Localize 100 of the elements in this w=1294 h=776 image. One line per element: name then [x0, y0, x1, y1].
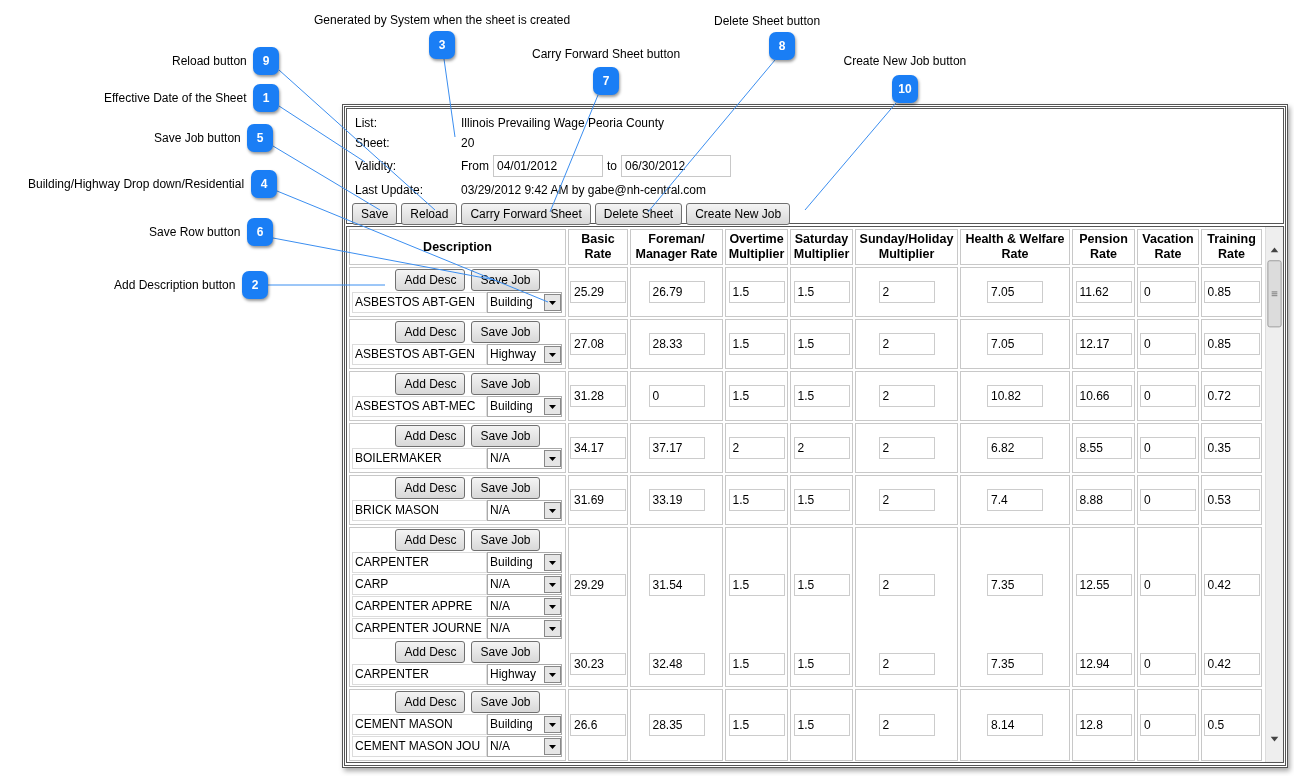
- rate-field[interactable]: 34.17: [570, 437, 626, 459]
- rate-field[interactable]: 8.88: [1075, 489, 1132, 511]
- rate-field[interactable]: 7.35: [987, 574, 1043, 596]
- rate-field[interactable]: 29.29: [570, 574, 626, 596]
- rate-field[interactable]: 31.69: [570, 489, 626, 511]
- rate-field[interactable]: 28.33: [648, 333, 705, 355]
- rate-field[interactable]: 0: [1140, 574, 1196, 596]
- toolbar-button[interactable]: Carry Forward Sheet: [461, 203, 591, 225]
- scrollbar-drawing[interactable]: [1265, 227, 1283, 762]
- description-field[interactable]: CEMENT MASON JOU: [352, 735, 487, 757]
- rate-field[interactable]: 1.5: [793, 653, 850, 675]
- rate-field[interactable]: 10.82: [987, 385, 1043, 407]
- rate-field[interactable]: 33.19: [648, 489, 705, 511]
- row-button[interactable]: Save Job: [471, 529, 540, 551]
- row-button[interactable]: Add Desc: [395, 373, 466, 395]
- type-dropdown[interactable]: Highway: [487, 663, 562, 685]
- date-field[interactable]: 04/01/2012: [493, 155, 603, 177]
- row-button[interactable]: Add Desc: [395, 321, 466, 343]
- rate-field[interactable]: 0.42: [1203, 574, 1260, 596]
- rate-field[interactable]: 0: [1140, 653, 1196, 675]
- description-field[interactable]: CARPENTER: [352, 663, 487, 685]
- rate-field[interactable]: 12.55: [1075, 574, 1132, 596]
- rate-field[interactable]: 7.35: [987, 653, 1043, 675]
- description-field[interactable]: CARP: [352, 573, 487, 595]
- date-field[interactable]: 06/30/2012: [621, 155, 731, 177]
- rate-field[interactable]: 1.5: [728, 333, 785, 355]
- description-field[interactable]: CARPENTER: [352, 551, 487, 573]
- description-field[interactable]: ASBESTOS ABT-GEN: [352, 291, 487, 313]
- rate-field[interactable]: 7.05: [987, 333, 1043, 355]
- type-dropdown[interactable]: N/A: [487, 595, 562, 617]
- toolbar-button[interactable]: Save: [352, 203, 398, 225]
- type-dropdown[interactable]: Building: [487, 551, 562, 573]
- rate-field[interactable]: 0: [1140, 489, 1196, 511]
- row-button[interactable]: Add Desc: [395, 691, 466, 713]
- rate-field[interactable]: 0.85: [1203, 281, 1260, 303]
- toolbar-button[interactable]: Reload: [401, 203, 458, 225]
- row-button[interactable]: Save Job: [471, 691, 540, 713]
- rate-field[interactable]: 1.5: [793, 489, 850, 511]
- rate-field[interactable]: 12.8: [1075, 714, 1132, 736]
- type-dropdown[interactable]: N/A: [487, 447, 562, 469]
- rate-field[interactable]: 1.5: [793, 574, 850, 596]
- type-dropdown[interactable]: Building: [487, 395, 562, 417]
- rate-field[interactable]: 2: [878, 385, 935, 407]
- rate-field[interactable]: 0: [1140, 385, 1196, 407]
- description-field[interactable]: BRICK MASON: [352, 499, 487, 521]
- rate-field[interactable]: 1.5: [728, 653, 785, 675]
- rate-field[interactable]: 31.54: [648, 574, 705, 596]
- row-button[interactable]: Add Desc: [395, 477, 466, 499]
- row-button[interactable]: Save Job: [471, 321, 540, 343]
- rate-field[interactable]: 27.08: [570, 333, 626, 355]
- rate-field[interactable]: 11.62: [1075, 281, 1132, 303]
- description-field[interactable]: ASBESTOS ABT-GEN: [352, 343, 487, 365]
- rate-field[interactable]: 1.5: [728, 385, 785, 407]
- row-button[interactable]: Save Job: [471, 373, 540, 395]
- row-button[interactable]: Add Desc: [395, 425, 466, 447]
- rate-field[interactable]: 10.66: [1075, 385, 1132, 407]
- rate-field[interactable]: 8.14: [987, 714, 1043, 736]
- rate-field[interactable]: 2: [878, 333, 935, 355]
- rate-field[interactable]: 37.17: [648, 437, 705, 459]
- row-button[interactable]: Save Job: [471, 641, 540, 663]
- description-field[interactable]: BOILERMAKER: [352, 447, 487, 469]
- rate-field[interactable]: 7.05: [987, 281, 1043, 303]
- rate-field[interactable]: 1.5: [793, 281, 850, 303]
- rate-field[interactable]: 2: [728, 437, 785, 459]
- rate-field[interactable]: 0.72: [1203, 385, 1260, 407]
- type-dropdown[interactable]: Highway: [487, 343, 562, 365]
- rate-field[interactable]: 1.5: [728, 574, 785, 596]
- rate-field[interactable]: 0: [1140, 437, 1196, 459]
- rate-field[interactable]: 1.5: [793, 333, 850, 355]
- description-field[interactable]: CEMENT MASON: [352, 713, 487, 735]
- rate-field[interactable]: 0.53: [1203, 489, 1260, 511]
- rate-field[interactable]: 2: [878, 574, 935, 596]
- rate-field[interactable]: 32.48: [648, 653, 705, 675]
- row-button[interactable]: Add Desc: [395, 529, 466, 551]
- rate-field[interactable]: 1.5: [728, 281, 785, 303]
- rate-field[interactable]: 2: [878, 714, 935, 736]
- rate-field[interactable]: 7.4: [987, 489, 1043, 511]
- type-dropdown[interactable]: N/A: [487, 499, 562, 521]
- rate-field[interactable]: 25.29: [570, 281, 626, 303]
- rate-field[interactable]: 0.5: [1203, 714, 1260, 736]
- rate-field[interactable]: 28.35: [648, 714, 705, 736]
- rate-field[interactable]: 0: [648, 385, 705, 407]
- row-button[interactable]: Save Job: [471, 477, 540, 499]
- rate-field[interactable]: 0.35: [1203, 437, 1260, 459]
- rate-field[interactable]: 0: [1140, 333, 1196, 355]
- rate-field[interactable]: 26.79: [648, 281, 705, 303]
- rate-field[interactable]: 1.5: [793, 714, 850, 736]
- row-button[interactable]: Add Desc: [395, 641, 466, 663]
- rate-field[interactable]: 1.5: [728, 489, 785, 511]
- description-field[interactable]: CARPENTER JOURNE: [352, 617, 487, 639]
- rate-field[interactable]: 31.28: [570, 385, 626, 407]
- rate-field[interactable]: 2: [878, 281, 935, 303]
- description-field[interactable]: CARPENTER APPRE: [352, 595, 487, 617]
- rate-field[interactable]: 1.5: [728, 714, 785, 736]
- type-dropdown[interactable]: Building: [487, 291, 562, 313]
- rate-field[interactable]: 0.42: [1203, 653, 1260, 675]
- rate-field[interactable]: 8.55: [1075, 437, 1132, 459]
- rate-field[interactable]: 0.85: [1203, 333, 1260, 355]
- rate-field[interactable]: 2: [878, 437, 935, 459]
- type-dropdown[interactable]: N/A: [487, 617, 562, 639]
